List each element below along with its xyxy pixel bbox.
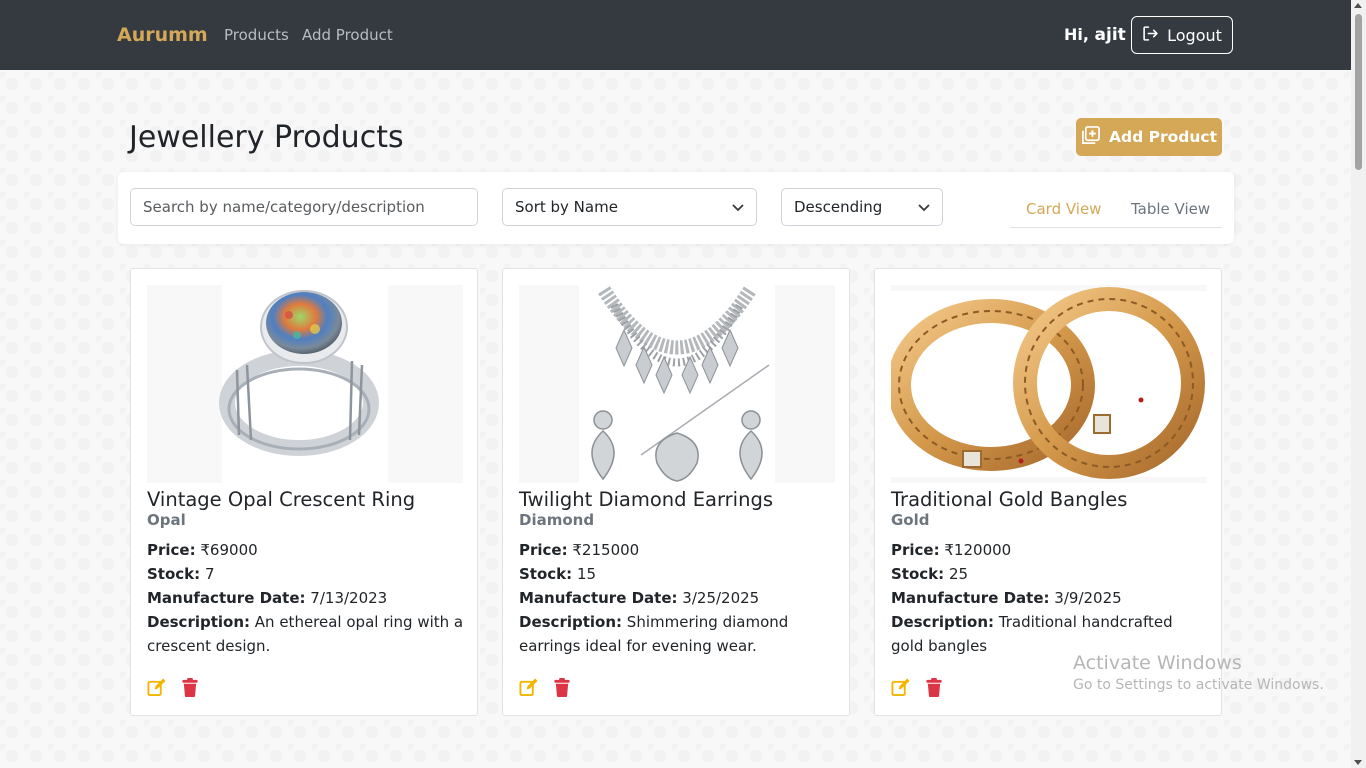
product-price: Price: ₹69000 [147, 538, 465, 562]
scroll-thumb[interactable] [1355, 14, 1362, 170]
chevron-down-icon [732, 198, 744, 216]
product-image-opal-ring [147, 285, 463, 483]
delete-icon[interactable] [182, 678, 200, 698]
search-input[interactable] [130, 188, 478, 226]
stock-label: Stock: [519, 565, 573, 583]
user-greeting: Hi, ajit [1064, 25, 1126, 45]
product-stock: Stock: 7 [147, 562, 465, 586]
description-label: Description: [147, 613, 251, 631]
product-image-diamond-earrings [519, 285, 835, 483]
product-stock: Stock: 25 [891, 562, 1209, 586]
product-date: Manufacture Date: 7/13/2023 [147, 586, 465, 610]
product-stock: Stock: 15 [519, 562, 837, 586]
product-name: Vintage Opal Crescent Ring [147, 488, 416, 511]
product-price: Price: ₹215000 [519, 538, 837, 562]
sort-by-value: Sort by Name [515, 198, 618, 216]
activate-windows-watermark: Activate Windows Go to Settings to activ… [1073, 652, 1324, 693]
edit-icon[interactable] [519, 678, 538, 698]
tab-card-view[interactable]: Card View [1026, 200, 1101, 218]
tab-table-view[interactable]: Table View [1131, 200, 1210, 218]
product-category: Opal [147, 511, 186, 529]
product-card: Twilight Diamond Earrings Diamond Price:… [502, 268, 850, 716]
add-product-label: Add Product [1109, 128, 1217, 146]
delete-icon[interactable] [926, 678, 944, 698]
edit-icon[interactable] [147, 678, 166, 698]
product-date: Manufacture Date: 3/9/2025 [891, 586, 1209, 610]
product-card: Vintage Opal Crescent Ring Opal Price: ₹… [130, 268, 478, 716]
product-name: Traditional Gold Bangles [891, 488, 1128, 511]
nav-link-add-product[interactable]: Add Product [302, 26, 393, 44]
scroll-down-arrow-icon[interactable] [1354, 760, 1362, 765]
card-actions [147, 678, 200, 698]
add-product-button[interactable]: Add Product [1076, 118, 1222, 156]
price-value: ₹69000 [200, 541, 258, 559]
stock-value: 25 [948, 565, 969, 583]
view-tabs: Card View Table View [1010, 190, 1222, 228]
scroll-up-arrow-icon[interactable] [1354, 3, 1362, 8]
username: ajit [1094, 25, 1126, 45]
order-select[interactable]: Descending [781, 188, 943, 226]
add-square-icon [1081, 125, 1100, 149]
product-description: Description: Traditional handcrafted gol… [891, 610, 1209, 658]
logout-icon [1142, 25, 1159, 46]
page-title: Jewellery Products [129, 120, 404, 155]
date-value: 3/9/2025 [1054, 589, 1122, 607]
date-label: Manufacture Date: [891, 589, 1050, 607]
date-label: Manufacture Date: [519, 589, 678, 607]
date-value: 7/13/2023 [310, 589, 388, 607]
product-name: Twilight Diamond Earrings [519, 488, 773, 511]
product-image-gold-bangles [891, 285, 1207, 483]
product-description: Description: Shimmering diamond earrings… [519, 610, 837, 658]
product-category: Gold [891, 511, 930, 529]
filter-toolbar: Sort by Name Descending Card View Table … [118, 172, 1234, 244]
price-value: ₹215000 [572, 541, 640, 559]
product-card: Traditional Gold Bangles Gold Price: ₹12… [874, 268, 1222, 716]
page-scrollbar[interactable] [1351, 0, 1366, 768]
card-actions [891, 678, 944, 698]
order-value: Descending [794, 198, 883, 216]
description-label: Description: [519, 613, 623, 631]
description-label: Description: [891, 613, 995, 631]
delete-icon[interactable] [554, 678, 572, 698]
sort-by-select[interactable]: Sort by Name [502, 188, 757, 226]
price-label: Price: [147, 541, 196, 559]
product-category: Diamond [519, 511, 595, 529]
date-label: Manufacture Date: [147, 589, 306, 607]
edit-icon[interactable] [891, 678, 910, 698]
stock-value: 7 [204, 565, 215, 583]
brand-logo[interactable]: Aurumm [117, 24, 208, 46]
card-actions [519, 678, 572, 698]
watermark-subtitle: Go to Settings to activate Windows. [1073, 677, 1324, 693]
logout-button[interactable]: Logout [1131, 16, 1233, 54]
price-value: ₹120000 [944, 541, 1012, 559]
stock-label: Stock: [891, 565, 945, 583]
navbar: Aurumm Products Add Product Hi, ajit Log… [0, 0, 1351, 70]
stock-value: 15 [576, 565, 597, 583]
date-value: 3/25/2025 [682, 589, 760, 607]
greeting-prefix: Hi, [1064, 25, 1089, 44]
product-description: Description: An ethereal opal ring with … [147, 610, 465, 658]
stock-label: Stock: [147, 565, 201, 583]
logout-label: Logout [1167, 25, 1222, 45]
watermark-title: Activate Windows [1073, 652, 1242, 674]
product-price: Price: ₹120000 [891, 538, 1209, 562]
price-label: Price: [891, 541, 940, 559]
nav-link-products[interactable]: Products [224, 26, 289, 44]
chevron-down-icon [918, 198, 930, 216]
product-date: Manufacture Date: 3/25/2025 [519, 586, 837, 610]
price-label: Price: [519, 541, 568, 559]
